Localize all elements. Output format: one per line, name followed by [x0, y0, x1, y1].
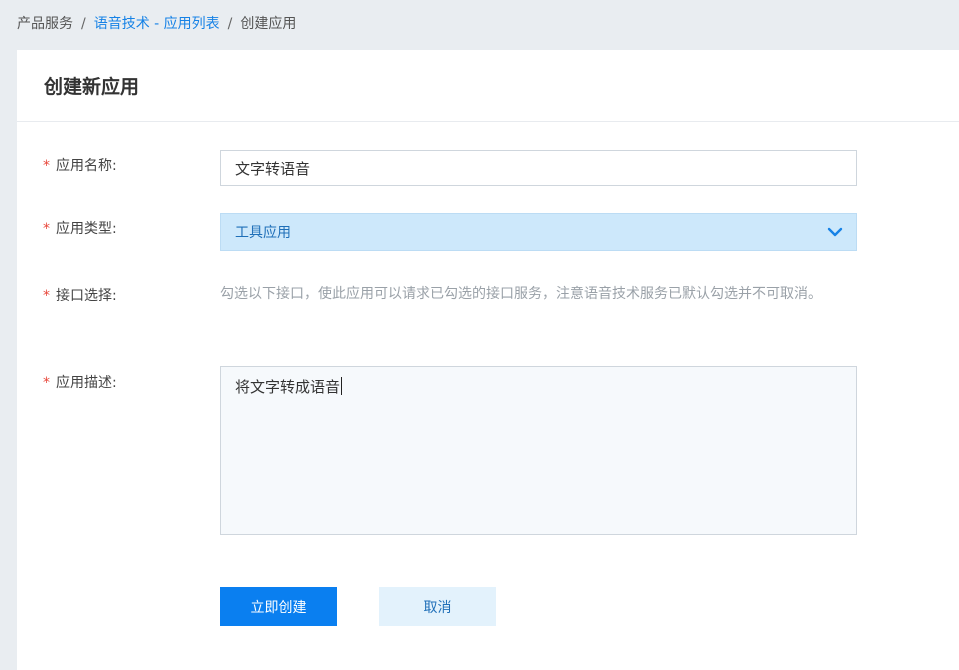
app-type-label: * 应用类型: [43, 221, 117, 237]
breadcrumb-item-create-app: 创建应用 [240, 16, 297, 32]
description-textarea[interactable]: 将文字转成语音 [220, 366, 857, 535]
required-mark: * [43, 375, 50, 391]
description-text: 将文字转成语音 [235, 378, 341, 396]
create-now-button[interactable]: 立即创建 [220, 587, 337, 626]
card-header: 创建新应用 [17, 50, 959, 122]
cancel-button[interactable]: 取消 [379, 587, 496, 626]
chevron-down-icon [827, 227, 843, 237]
breadcrumb-link-app-list[interactable]: 语音技术 - 应用列表 [94, 14, 220, 34]
create-app-card: 创建新应用 *应用名称: *应用类型: 工具应用 *接口选择: 勾选以下接口，使… [17, 50, 959, 670]
breadcrumb-item-products: 产品服务 [17, 16, 73, 32]
breadcrumb: 产品服务 / 语音技术 - 应用列表 / 创建应用 [17, 14, 296, 34]
app-type-selected-value: 工具应用 [235, 225, 291, 241]
text-caret [341, 377, 343, 395]
required-mark: * [43, 288, 50, 304]
description-label: * 应用描述: [43, 375, 117, 391]
app-type-select[interactable]: 工具应用 [220, 213, 857, 251]
page-title: 创建新应用 [44, 76, 140, 98]
app-name-input[interactable] [220, 150, 857, 186]
breadcrumb-separator: / [227, 16, 233, 32]
required-mark: * [43, 158, 50, 174]
interface-hint: 勾选以下接口，使此应用可以请求已勾选的接口服务，注意语音技术服务已默认勾选并不可… [220, 286, 822, 302]
required-mark: * [43, 221, 50, 237]
interface-label: * 接口选择: [43, 288, 117, 304]
breadcrumb-separator: / [81, 16, 86, 32]
app-name-label: * 应用名称: [43, 158, 117, 174]
